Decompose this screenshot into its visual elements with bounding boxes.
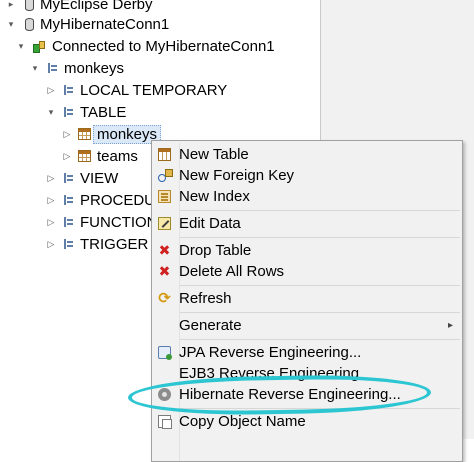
tree-item-function[interactable]: ▷ FUNCTION	[46, 211, 158, 233]
menu-item-label: Generate	[179, 317, 242, 334]
database-icon	[25, 0, 34, 11]
menu-item-label: Edit Data	[179, 215, 241, 232]
tree-item-label: MyHibernateConn1	[40, 15, 170, 33]
tree-item-table[interactable]: ▾ TABLE	[46, 101, 127, 123]
tree-item-label: TABLE	[80, 103, 127, 121]
collapse-arrow-icon[interactable]: ▷	[46, 173, 56, 183]
tree-item-schema-monkeys[interactable]: ▾ monkeys	[30, 57, 124, 79]
folder-icon	[62, 216, 74, 228]
index-icon	[158, 190, 171, 203]
database-icon	[25, 17, 34, 31]
editor-area	[321, 0, 474, 140]
tree-item-label: FUNCTION	[80, 213, 158, 231]
menu-item-label: New Index	[179, 188, 250, 205]
folder-icon	[62, 106, 74, 118]
folder-icon	[62, 194, 74, 206]
menu-item-new-foreign-key[interactable]: New Foreign Key	[152, 165, 462, 186]
schema-icon	[46, 62, 58, 74]
collapse-arrow-icon[interactable]: ▷	[62, 129, 72, 139]
tree-item-label: LOCAL TEMPORARY	[80, 81, 228, 99]
table-icon	[78, 128, 91, 140]
menu-item-label: Drop Table	[179, 242, 252, 259]
menu-item-label: Refresh	[179, 290, 232, 307]
menu-item-new-table[interactable]: New Table	[152, 144, 462, 165]
foreign-key-icon	[158, 169, 173, 182]
tree-item-label: Connected to MyHibernateConn1	[52, 37, 275, 55]
delete-icon: ✖	[158, 263, 171, 279]
menu-item-generate[interactable]: Generate ▸	[152, 315, 462, 336]
expand-arrow-icon[interactable]: ▾	[30, 63, 40, 73]
tree-item-label: VIEW	[80, 169, 119, 187]
collapse-arrow-icon[interactable]: ▷	[46, 217, 56, 227]
drop-icon: ✖	[158, 242, 171, 258]
menu-item-edit-data[interactable]: Edit Data	[152, 213, 462, 234]
menu-item-label: New Table	[179, 146, 249, 163]
tree-item-myhibernateconn1[interactable]: ▾ MyHibernateConn1	[6, 13, 170, 35]
table-icon	[78, 150, 91, 162]
expand-arrow-icon[interactable]: ▾	[16, 41, 26, 51]
menu-item-label: New Foreign Key	[179, 167, 295, 184]
folder-icon	[62, 84, 74, 96]
connection-icon	[32, 39, 46, 53]
menu-separator	[180, 285, 460, 286]
collapse-arrow-icon[interactable]: ▷	[62, 151, 72, 161]
tree-item-local-temporary[interactable]: ▷ LOCAL TEMPORARY	[46, 79, 228, 101]
menu-item-refresh[interactable]: ⟳ Refresh	[152, 288, 462, 309]
folder-icon	[62, 172, 74, 184]
tree-item-label: teams	[97, 147, 138, 165]
context-menu: New Table New Foreign Key New Index Edit…	[151, 140, 463, 462]
refresh-icon: ⟳	[158, 290, 171, 307]
tree-item-table-monkeys[interactable]: ▷ monkeys	[62, 123, 162, 145]
tree-item-view[interactable]: ▷ VIEW	[46, 167, 119, 189]
collapse-arrow-icon[interactable]: ▷	[46, 195, 56, 205]
edit-data-icon	[158, 217, 171, 230]
folder-icon	[62, 238, 74, 250]
copy-icon	[158, 415, 172, 429]
menu-item-copy-object-name[interactable]: Copy Object Name	[152, 411, 462, 432]
menu-item-drop-table[interactable]: ✖ Drop Table	[152, 240, 462, 261]
menu-separator	[180, 339, 460, 340]
menu-item-label: Copy Object Name	[179, 413, 306, 430]
submenu-arrow-icon: ▸	[447, 320, 453, 331]
tree-item-table-teams[interactable]: ▷ teams	[62, 145, 138, 167]
tree-item-label: PROCEDU	[80, 191, 156, 209]
collapse-arrow-icon[interactable]: ▷	[46, 239, 56, 249]
menu-separator	[180, 237, 460, 238]
tree-item-trigger[interactable]: ▷ TRIGGER	[46, 233, 149, 255]
collapse-arrow-icon[interactable]: ▷	[46, 85, 56, 95]
menu-item-label: Delete All Rows	[179, 263, 285, 280]
menu-item-delete-all-rows[interactable]: ✖ Delete All Rows	[152, 261, 462, 282]
tree-item-label: TRIGGER	[80, 235, 149, 253]
collapse-arrow-icon[interactable]: ▸	[6, 0, 16, 9]
tree-item-label: monkeys	[64, 59, 125, 77]
expand-arrow-icon[interactable]: ▾	[46, 107, 56, 117]
tree-item-procedure[interactable]: ▷ PROCEDU	[46, 189, 155, 211]
new-table-icon	[158, 148, 171, 161]
jpa-icon	[158, 346, 172, 360]
tree-item-connection[interactable]: ▾ Connected to MyHibernateConn1	[16, 35, 275, 57]
menu-separator	[180, 210, 460, 211]
menu-item-label: JPA Reverse Engineering...	[179, 344, 362, 361]
menu-separator	[180, 312, 460, 313]
expand-arrow-icon[interactable]: ▾	[6, 19, 16, 29]
tree-item-label: MyEclipse Derby	[40, 0, 153, 13]
menu-item-new-index[interactable]: New Index	[152, 186, 462, 207]
menu-item-jpa-reverse-engineering[interactable]: JPA Reverse Engineering...	[152, 342, 462, 363]
